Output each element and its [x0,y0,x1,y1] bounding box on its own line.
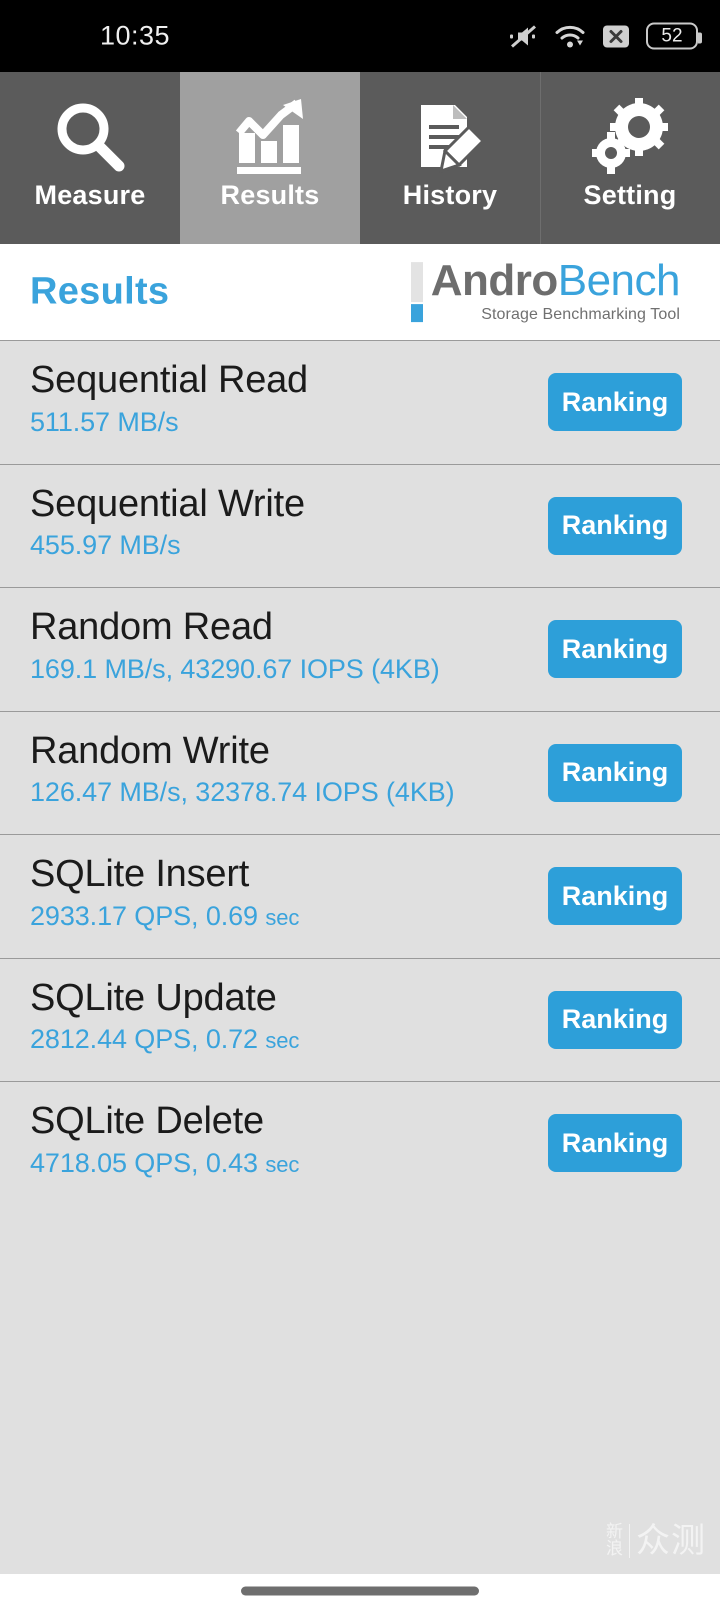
table-row[interactable]: Random Write 126.47 MB/s, 32378.74 IOPS … [0,710,720,835]
ranking-button[interactable]: Ranking [548,990,682,1049]
table-row[interactable]: SQLite Update 2812.44 QPS, 0.72 sec Rank… [0,957,720,1082]
tab-results[interactable]: Results [180,72,360,244]
result-unit: sec [265,1028,300,1054]
phone-screen: 10:35 52 Measure Results History Setting… [0,0,720,1608]
result-title: Random Write [30,729,270,772]
ranking-button[interactable]: Ranking [548,620,682,679]
result-title: Sequential Read [30,359,308,401]
result-value: 4718.05 QPS, 0.43 sec [30,1147,300,1178]
page-title: Results [30,270,170,313]
table-row[interactable]: SQLite Insert 2933.17 QPS, 0.69 sec Rank… [0,834,720,958]
result-value: 455.97 MB/s [30,530,181,561]
logo-bar-icon [410,262,423,323]
result-title: SQLite Update [30,976,277,1019]
watermark-main: 众测 [636,1521,706,1561]
system-nav-bar [0,1574,720,1608]
status-icon-group: 52 [508,22,702,50]
tab-results-label: Results [220,180,320,210]
battery-level: 52 [661,25,683,47]
status-time: 10:35 [100,20,171,51]
x-badge-icon [602,23,630,49]
page-header: Results AndroBench Storage Benchmarking … [0,244,720,340]
tab-setting[interactable]: Setting [540,72,720,244]
watermark-line1: 新 [606,1522,623,1542]
result-unit: sec [265,904,300,930]
ranking-button[interactable]: Ranking [548,743,682,802]
result-value: 126.47 MB/s, 32378.74 IOPS (4KB) [30,777,455,808]
ranking-button[interactable]: Ranking [548,1114,682,1173]
ranking-button[interactable]: Ranking [548,496,682,555]
bar-chart-arrow-icon [229,94,311,182]
result-value: 169.1 MB/s, 43290.67 IOPS (4KB) [30,653,440,684]
mute-icon [508,23,538,49]
result-value: 2812.44 QPS, 0.72 sec [30,1024,300,1055]
result-title: SQLite Delete [30,1100,264,1142]
watermark: 新 浪 众测 [606,1524,706,1558]
logo-subtitle: Storage Benchmarking Tool [481,305,680,323]
tab-history[interactable]: History [360,72,540,244]
table-row[interactable]: Sequential Write 455.97 MB/s Ranking [0,463,720,588]
table-row[interactable]: Sequential Read 511.57 MB/s Ranking [0,340,720,464]
results-list: Sequential Read 511.57 MB/s Ranking Sequ… [0,340,720,1574]
tab-setting-label: Setting [583,180,677,210]
ranking-button[interactable]: Ranking [548,867,682,926]
androbench-logo: AndroBench Storage Benchmarking Tool [410,259,681,324]
gears-icon [589,94,671,182]
table-row[interactable]: Random Read 169.1 MB/s, 43290.67 IOPS (4… [0,587,720,711]
ranking-button[interactable]: Ranking [548,373,682,432]
document-pencil-icon [409,94,491,182]
status-bar: 10:35 52 [0,0,720,72]
result-value: 511.57 MB/s [30,406,179,437]
tab-measure[interactable]: Measure [0,72,180,244]
magnifier-icon [49,94,131,182]
logo-bench-text: Bench [557,256,681,306]
battery-icon: 52 [646,22,702,50]
table-row[interactable]: SQLite Delete 4718.05 QPS, 0.43 sec Rank… [0,1081,720,1205]
home-gesture-handle[interactable] [241,1586,479,1596]
wifi-icon [554,23,586,49]
result-title: Sequential Write [30,482,305,525]
tab-measure-label: Measure [34,180,146,210]
result-title: Random Read [30,606,273,648]
logo-andro-text: Andro [430,256,559,306]
result-title: SQLite Insert [30,853,250,895]
watermark-line2: 浪 [606,1539,623,1559]
tab-bar: Measure Results History Setting [0,72,720,244]
result-value: 2933.17 QPS, 0.69 sec [30,900,300,931]
tab-history-label: History [402,180,498,210]
result-unit: sec [265,1151,300,1177]
